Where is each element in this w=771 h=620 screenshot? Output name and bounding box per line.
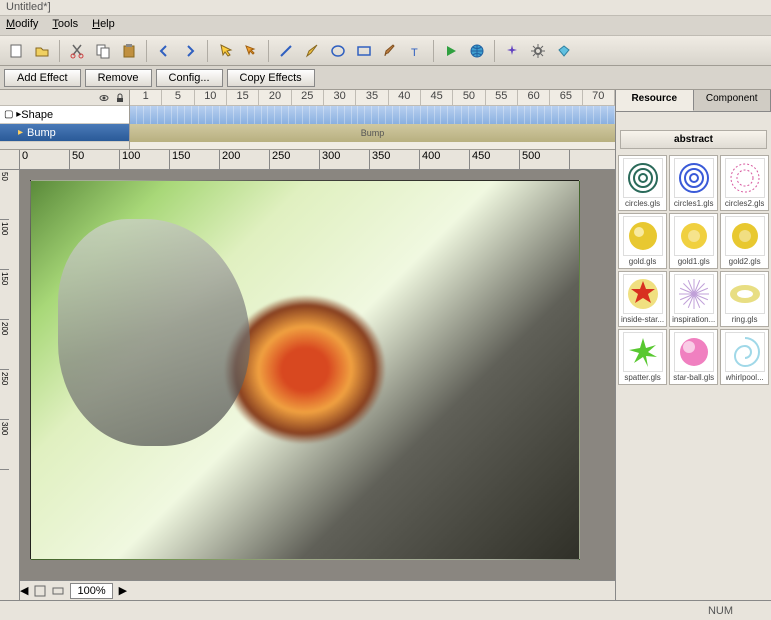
line-icon[interactable] — [274, 39, 298, 63]
eye-icon[interactable] — [99, 93, 109, 103]
ruler-corner — [0, 150, 20, 170]
thumbnail-item[interactable]: inspiration... — [669, 271, 718, 327]
title-bar: Untitled*] — [0, 0, 771, 16]
add-effect-button[interactable]: Add Effect — [4, 69, 81, 87]
menu-tools[interactable]: Tools — [52, 18, 78, 33]
thumbnail-label: star-ball.gls — [673, 373, 714, 382]
diamond-icon[interactable] — [552, 39, 576, 63]
pen-icon[interactable] — [300, 39, 324, 63]
copy-effects-button[interactable]: Copy Effects — [227, 69, 315, 87]
new-icon[interactable] — [4, 39, 28, 63]
thumbnail-item[interactable]: gold1.gls — [669, 213, 718, 269]
paste-icon[interactable] — [117, 39, 141, 63]
resource-panel: Resource Component abstract circles.glsc… — [615, 90, 771, 600]
gear-icon[interactable] — [526, 39, 550, 63]
thumbnail-grid: circles.gls circles1.gls circles2.gls gold.… — [616, 153, 771, 387]
copy-icon[interactable] — [91, 39, 115, 63]
timeline-frames-shape[interactable] — [130, 106, 615, 124]
thumbnail-label: whirlpool... — [726, 373, 764, 382]
thumbnail-item[interactable]: gold2.gls — [720, 213, 769, 269]
canvas-statusbar: ◀ 100% ▶ — [20, 580, 615, 600]
thumbnail-item[interactable]: inside-star... — [618, 271, 667, 327]
thumbnail-label: circles1.gls — [674, 199, 714, 208]
thumbnail-label: gold1.gls — [678, 257, 710, 266]
thumbnail-item[interactable]: star-ball.gls — [669, 329, 718, 385]
canvas-image[interactable] — [30, 180, 580, 560]
thumbnail-label: inspiration... — [672, 315, 715, 324]
thumbnail-label: circles.gls — [625, 199, 660, 208]
rect-icon[interactable] — [352, 39, 376, 63]
brush-icon[interactable] — [378, 39, 402, 63]
status-bar: NUM — [0, 600, 771, 620]
thumbnail-label: gold.gls — [629, 257, 657, 266]
effects-toolbar: Add Effect Remove Config... Copy Effects — [0, 66, 771, 90]
zoom-level[interactable]: 100% — [70, 583, 112, 599]
ruler-vertical: 50100150200250300 — [0, 170, 20, 600]
thumbnail-label: spatter.gls — [624, 373, 660, 382]
lock-icon[interactable] — [115, 93, 125, 103]
zoom-out-icon[interactable]: ◀ — [20, 584, 28, 597]
tab-resource[interactable]: Resource — [616, 90, 694, 111]
tab-component[interactable]: Component — [694, 90, 771, 111]
zoom-in-icon[interactable]: ▶ — [119, 584, 127, 597]
thumbnail-item[interactable]: ring.gls — [720, 271, 769, 327]
thumbnail-item[interactable]: whirlpool... — [720, 329, 769, 385]
thumbnail-item[interactable]: spatter.gls — [618, 329, 667, 385]
thumbnail-label: ring.gls — [732, 315, 758, 324]
globe-icon[interactable] — [465, 39, 489, 63]
back-icon[interactable] — [152, 39, 176, 63]
thumbnail-label: gold2.gls — [729, 257, 761, 266]
category-header[interactable]: abstract — [620, 130, 767, 149]
oval-icon[interactable] — [326, 39, 350, 63]
fit-icon[interactable] — [34, 585, 46, 597]
config-button[interactable]: Config... — [156, 69, 223, 87]
svg-text:T: T — [411, 47, 418, 59]
remove-button[interactable]: Remove — [85, 69, 152, 87]
timeline: ▢ ▸ Shape Bump 1510152025303540455055606… — [0, 90, 615, 150]
thumbnail-label: inside-star... — [621, 315, 664, 324]
canvas-area: 050100150200250300350400450500 501001502… — [0, 150, 615, 600]
timeline-ruler: 1510152025303540455055606570 — [130, 90, 615, 106]
thumbnail-item[interactable]: circles1.gls — [669, 155, 718, 211]
thumbnail-label: circles2.gls — [725, 199, 765, 208]
forward-icon[interactable] — [178, 39, 202, 63]
thumbnail-item[interactable]: circles2.gls — [720, 155, 769, 211]
open-icon[interactable] — [30, 39, 54, 63]
timeline-row-shape[interactable]: ▢ ▸ Shape — [0, 106, 129, 124]
sparkle-icon[interactable] — [500, 39, 524, 63]
menu-bar: Modify Tools Help — [0, 16, 771, 36]
move-icon[interactable] — [239, 39, 263, 63]
timeline-row-bump[interactable]: Bump — [0, 124, 129, 142]
text-icon[interactable]: T — [404, 39, 428, 63]
cut-icon[interactable] — [65, 39, 89, 63]
menu-help[interactable]: Help — [92, 18, 115, 33]
thumbnail-item[interactable]: gold.gls — [618, 213, 667, 269]
timeline-bump-track[interactable]: Bump — [130, 124, 615, 142]
fit-width-icon[interactable] — [52, 585, 64, 597]
status-num: NUM — [708, 605, 733, 617]
canvas-viewport[interactable] — [20, 170, 615, 580]
main-toolbar: T — [0, 36, 771, 66]
pointer-icon[interactable] — [213, 39, 237, 63]
menu-modify[interactable]: Modify — [6, 18, 38, 33]
play-icon[interactable] — [439, 39, 463, 63]
thumbnail-item[interactable]: circles.gls — [618, 155, 667, 211]
ruler-horizontal: 050100150200250300350400450500 — [20, 150, 615, 170]
